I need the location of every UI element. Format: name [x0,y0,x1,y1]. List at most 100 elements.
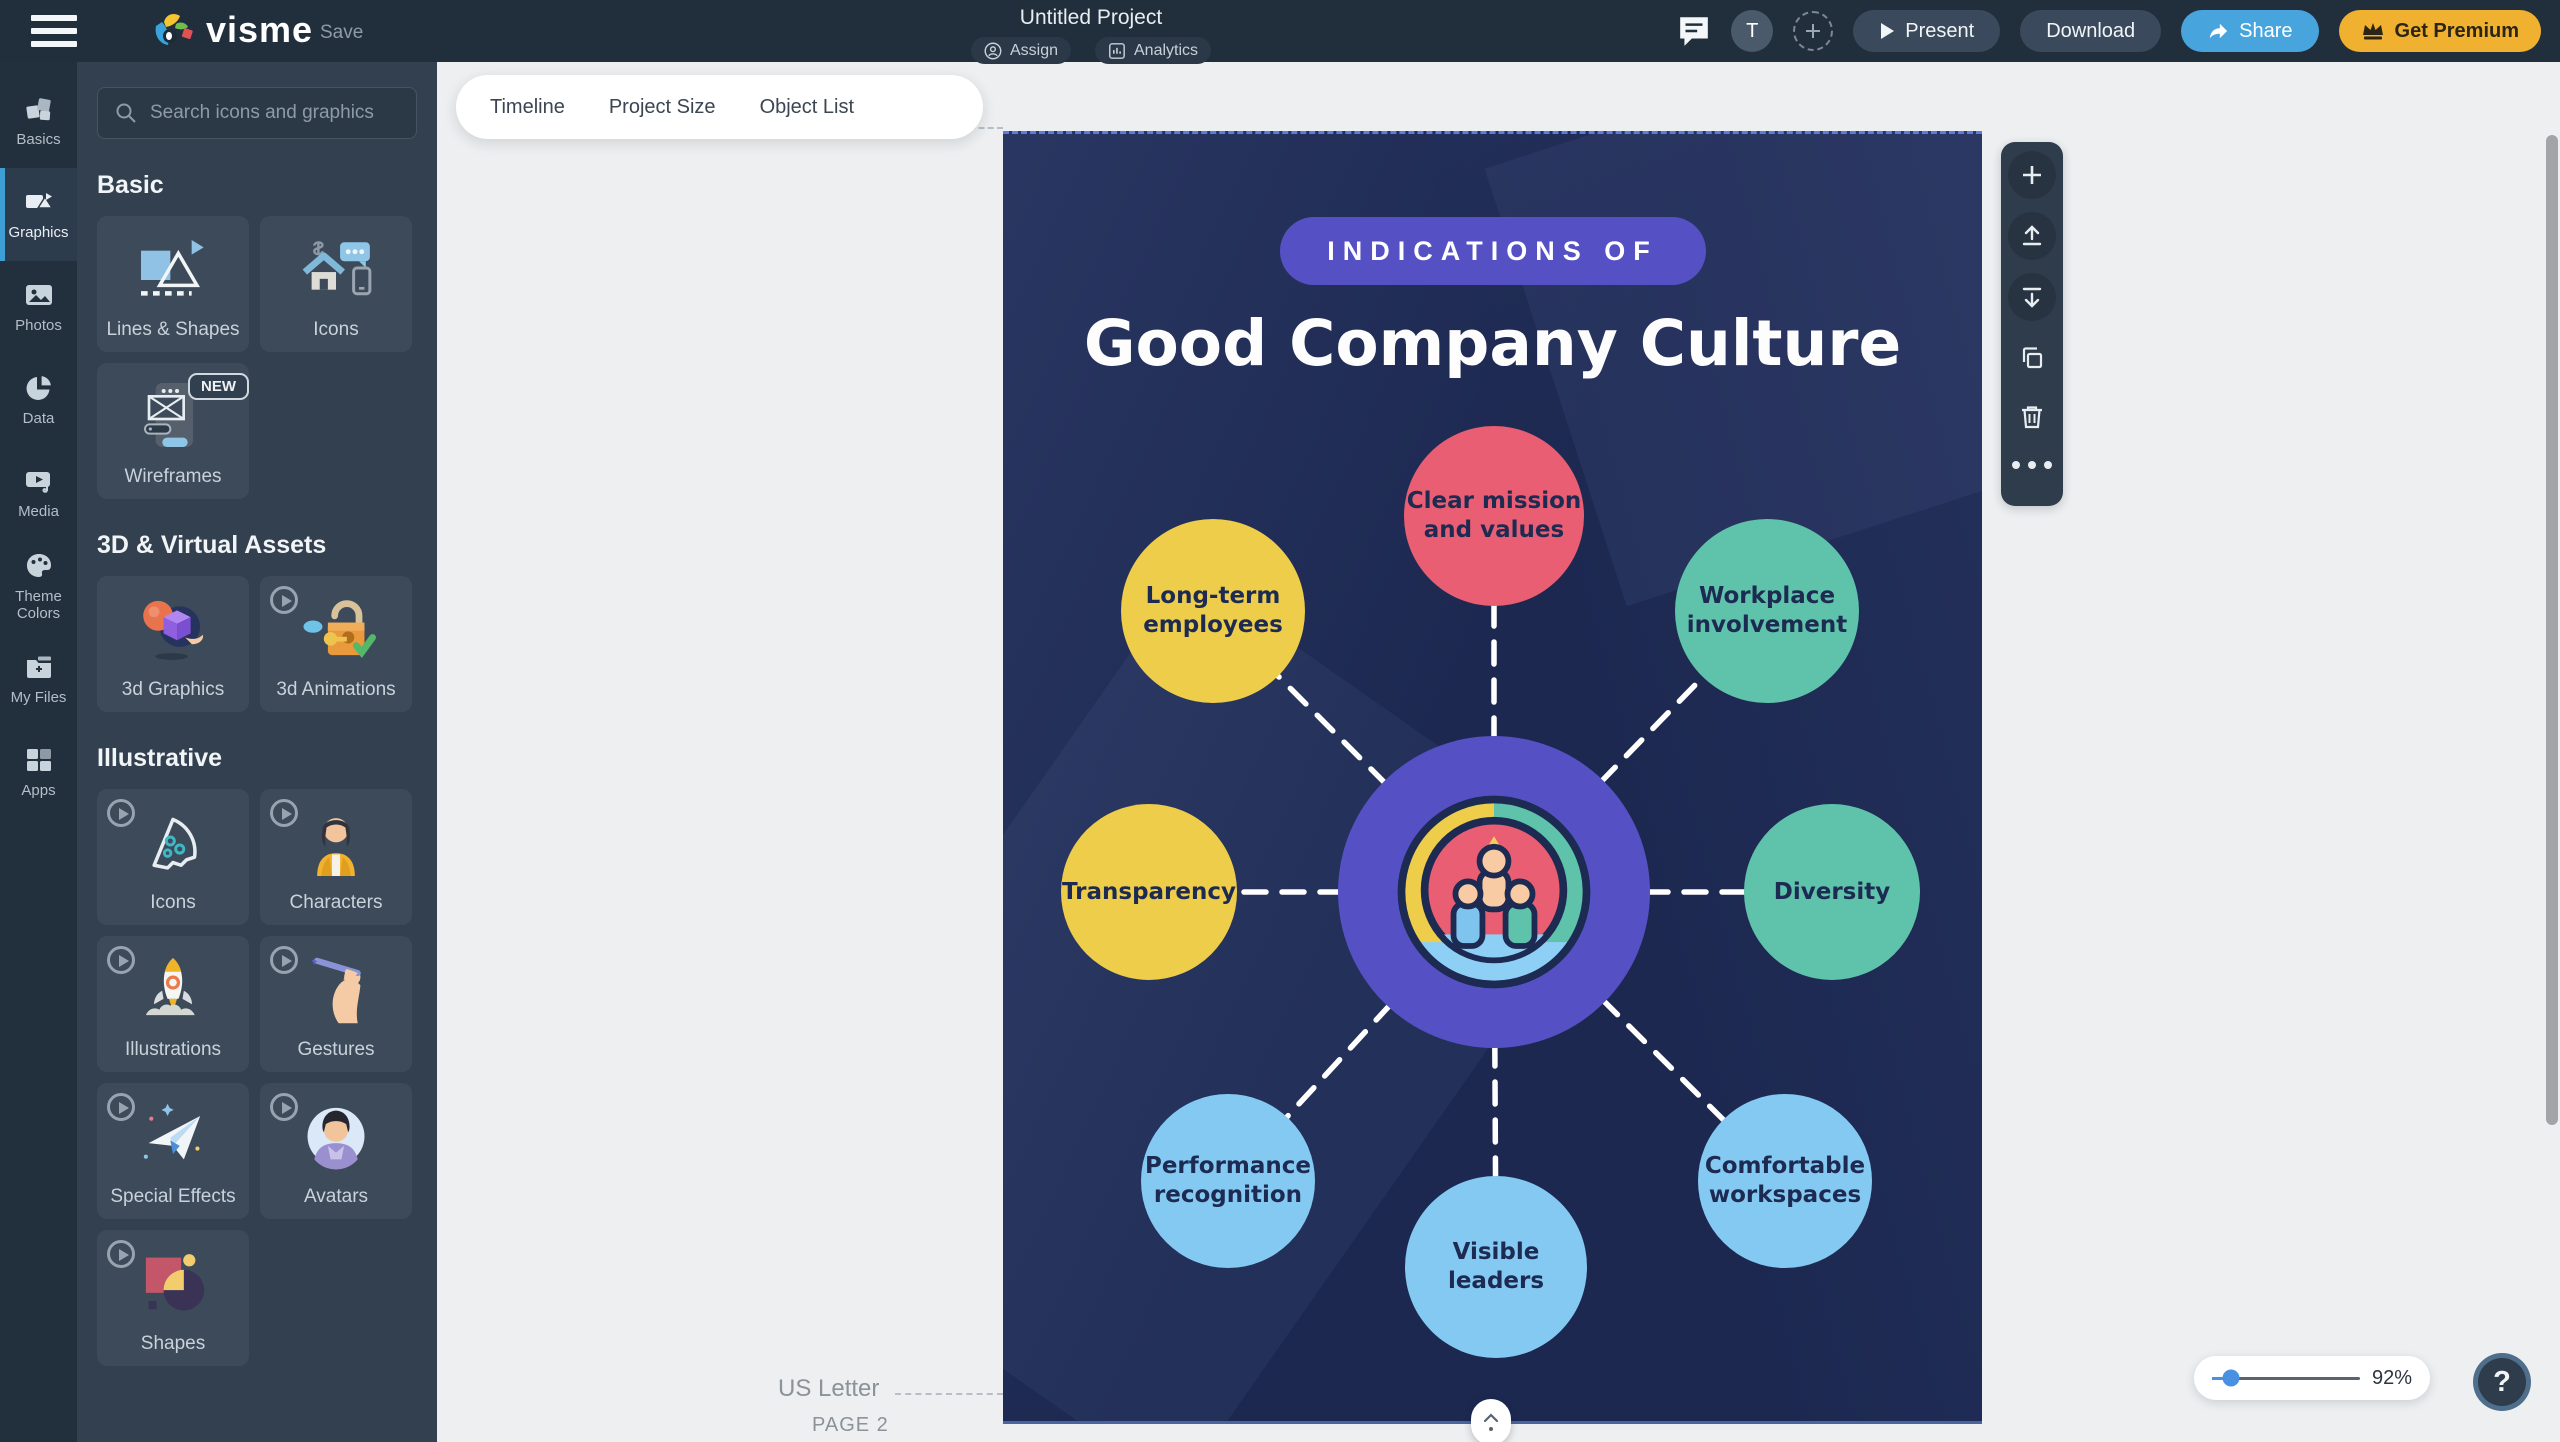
analytics-label: Analytics [1134,42,1198,60]
shapes-art-icon [97,1238,249,1326]
diagram-node-transparency[interactable]: Transparency [1061,804,1237,980]
sidebar-item-basics[interactable]: Basics [0,75,77,168]
card-icons[interactable]: Icons [260,216,412,352]
help-button[interactable]: ? [2473,1353,2531,1411]
search-input[interactable] [150,102,400,124]
design-canvas-page[interactable]: INDICATIONS OF Good Company Culture Clea… [1003,131,1982,1424]
project-size-button[interactable]: Project Size [609,96,716,119]
project-title[interactable]: Untitled Project [971,6,1211,30]
main-sidebar: Basics Graphics Photos Data Media Theme … [0,62,77,1442]
zoom-percentage: 92% [2372,1367,2412,1390]
send-backward-button[interactable] [2008,273,2056,321]
card-lines-shapes[interactable]: Lines & Shapes [97,216,249,352]
sidebar-item-graphics[interactable]: Graphics [0,168,77,261]
sidebar-item-data[interactable]: Data [0,354,77,447]
diagram-node-comfortable[interactable]: Comfortable workspaces [1698,1094,1872,1268]
comment-icon[interactable] [1677,14,1711,48]
more-options-button[interactable] [2012,461,2052,469]
card-wireframes[interactable]: NEW Wireframes [97,363,249,499]
bring-forward-button[interactable] [2008,212,2056,260]
sidebar-item-my-files[interactable]: My Files [0,633,77,726]
diagram-node-long-term[interactable]: Long-term employees [1121,519,1305,703]
card-3d-graphics[interactable]: 3d Graphics [97,576,249,712]
grid-icon [24,745,54,775]
vertical-scrollbar[interactable] [2546,135,2558,1125]
card-special-effects[interactable]: Special Effects [97,1083,249,1219]
search-icon [114,101,138,125]
scroll-to-page-button[interactable] [1471,1399,1511,1442]
project-header: Untitled Project Assign Analytics [971,6,1211,64]
delete-button[interactable] [2008,393,2056,441]
play-icon [1879,22,1895,40]
add-object-button[interactable] [2008,151,2056,199]
add-collaborator-icon[interactable] [1793,11,1833,51]
diagram-node-visible-leaders[interactable]: Visible leaders [1405,1176,1587,1358]
sidebar-label: My Files [11,689,67,706]
visme-logo[interactable]: visme [150,9,313,51]
diagram-node-workplace[interactable]: Workplace involvement [1675,519,1859,703]
zoom-slider-thumb[interactable] [2223,1370,2240,1387]
analytics-button[interactable]: Analytics [1095,37,1211,64]
card-gestures[interactable]: Gestures [260,936,412,1072]
poster-title[interactable]: Good Company Culture [1003,307,1982,380]
hand-pen-icon [260,944,412,1032]
card-characters[interactable]: Characters [260,789,412,925]
blocks-icon [24,94,54,124]
sidebar-item-photos[interactable]: Photos [0,261,77,354]
card-illustrative-icons[interactable]: Icons [97,789,249,925]
logo-wordmark: visme [206,9,313,51]
share-icon [2207,21,2229,41]
section-title-basic: Basic [97,171,417,200]
new-badge: NEW [188,373,249,400]
zoom-slider[interactable] [2212,1377,2360,1380]
poster-kicker-pill[interactable]: INDICATIONS OF [1280,217,1706,285]
3d-animations-icon [260,584,412,672]
sidebar-item-media[interactable]: Media [0,447,77,540]
diagram-node-performance[interactable]: Performance recognition [1141,1094,1315,1268]
card-3d-animations[interactable]: 3d Animations [260,576,412,712]
people-community-icon [1388,786,1600,998]
arrow-down-to-line-icon [2019,284,2045,310]
user-avatar[interactable]: T [1731,10,1773,52]
person-icon [984,42,1002,60]
diagram-node-clear-mission[interactable]: Clear mission and values [1404,426,1584,606]
paper-size-guide-line [895,1393,1003,1395]
card-illustrations[interactable]: Illustrations [97,936,249,1072]
download-button[interactable]: Download [2020,10,2161,52]
present-button[interactable]: Present [1853,10,2000,52]
get-premium-button[interactable]: Get Premium [2339,10,2541,52]
diagram-node-diversity[interactable]: Diversity [1744,804,1920,980]
card-label: 3d Graphics [122,679,224,701]
timeline-button[interactable]: Timeline [490,96,565,119]
plus-icon [2020,163,2044,187]
search-box[interactable] [97,87,417,139]
rocket-icon [97,944,249,1032]
share-button[interactable]: Share [2181,10,2318,52]
assign-button[interactable]: Assign [971,37,1071,64]
card-label: Gestures [297,1039,374,1061]
card-shapes[interactable]: Shapes [97,1230,249,1366]
card-label: Lines & Shapes [106,319,239,341]
diagram-center-hub[interactable] [1338,736,1650,1048]
card-avatars[interactable]: Avatars [260,1083,412,1219]
card-label: Icons [150,892,195,914]
character-icon [260,797,412,885]
photo-icon [24,280,54,310]
sidebar-item-theme-colors[interactable]: Theme Colors [0,540,77,633]
save-button[interactable]: Save [320,22,363,44]
graphics-panel: Basic Lines & Shapes Icons NEW Wireframe… [77,62,437,1442]
chevron-up-icon [1483,1413,1499,1423]
duplicate-button[interactable] [2008,334,2056,382]
menu-icon[interactable] [31,15,77,47]
lines-shapes-icon [97,224,249,312]
sidebar-label: Basics [16,131,60,148]
card-label: Special Effects [110,1186,235,1208]
sidebar-label: Media [18,503,59,520]
topbar: visme Save Untitled Project Assign Analy… [0,0,2560,62]
sidebar-item-apps[interactable]: Apps [0,726,77,819]
premium-label: Get Premium [2395,20,2519,43]
object-list-button[interactable]: Object List [760,96,854,119]
card-label: Characters [290,892,383,914]
card-label: Avatars [304,1186,368,1208]
visme-logo-icon [150,10,196,50]
